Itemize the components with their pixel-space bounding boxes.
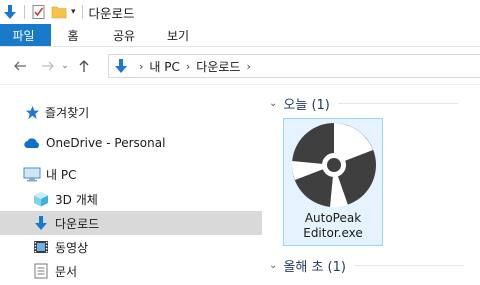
ribbon-tabs: 파일 홈 공유 보기 (0, 24, 480, 47)
sidebar-item-quick-access[interactable]: 즐겨찾기 (0, 100, 262, 124)
properties-icon[interactable] (31, 4, 47, 20)
file-list: ⌄ 오늘 (1) AutoPeak Editor.exe ⌄ 올해 초 (1) (263, 86, 480, 285)
breadcrumb-chevron-icon[interactable]: › (186, 60, 190, 73)
customize-quick-access-icon[interactable]: ▾ (71, 7, 76, 17)
sidebar-item-label: 문서 (55, 264, 78, 279)
recent-locations-button[interactable]: ⌄ (59, 55, 71, 77)
computer-icon (23, 165, 41, 183)
breadcrumb-chevron-icon[interactable]: › (139, 60, 143, 73)
file-name-line: AutoPeak (304, 211, 362, 225)
film-icon (32, 238, 50, 256)
sidebar-item-label: 내 PC (46, 167, 77, 182)
navigation-bar: ⌄ › 내 PC › 다운로드 › (0, 47, 480, 85)
forward-button[interactable] (37, 55, 59, 77)
download-arrow-icon (32, 214, 50, 232)
window-title: 다운로드 (88, 5, 135, 21)
group-header-today[interactable]: ⌄ 오늘 (1) (269, 94, 458, 113)
chevron-down-icon: ⌄ (269, 260, 278, 271)
address-bar[interactable]: › 내 PC › 다운로드 › (108, 54, 480, 78)
download-arrow-icon[interactable] (2, 4, 18, 20)
navigation-pane: 즐겨찾기 OneDrive - Personal 내 PC 3D 개체 다운로드… (0, 86, 262, 285)
tab-home[interactable]: 홈 (51, 24, 95, 46)
tab-view[interactable]: 보기 (153, 24, 203, 46)
tab-share[interactable]: 공유 (95, 24, 153, 46)
group-header-this-year[interactable]: ⌄ 올해 초 (1) (269, 256, 464, 275)
sidebar-item-label: OneDrive - Personal (46, 136, 166, 150)
up-button[interactable] (73, 55, 95, 77)
chevron-down-icon: ⌄ (269, 98, 278, 109)
sidebar-item-label: 즐겨찾기 (45, 105, 90, 120)
title-bar: ▾ 다운로드 (0, 0, 480, 24)
document-icon (32, 262, 50, 280)
group-divider (353, 265, 464, 266)
separator (24, 5, 25, 19)
sidebar-item-3d-objects[interactable]: 3D 개체 (0, 187, 262, 211)
forward-arrow-icon (42, 61, 54, 70)
group-label: 오늘 (1) (283, 98, 330, 113)
sidebar-item-label: 동영상 (55, 240, 89, 255)
separator (81, 5, 83, 19)
new-folder-icon[interactable] (51, 4, 67, 20)
sidebar-item-onedrive[interactable]: OneDrive - Personal (0, 131, 262, 155)
sidebar-item-documents[interactable]: 문서 (0, 259, 262, 283)
group-divider (337, 103, 458, 104)
file-item[interactable]: AutoPeak Editor.exe (283, 118, 383, 246)
group-label: 올해 초 (1) (283, 260, 346, 275)
sidebar-item-videos[interactable]: 동영상 (0, 235, 262, 259)
disc-icon (290, 121, 378, 212)
breadcrumb-chevron-icon[interactable]: › (246, 60, 250, 73)
chevron-down-icon: ⌄ (61, 60, 69, 71)
sidebar-item-this-pc[interactable]: 내 PC (0, 162, 262, 186)
tab-file[interactable]: 파일 (0, 24, 51, 46)
back-arrow-icon (14, 61, 26, 70)
up-arrow-icon (79, 59, 89, 72)
file-name: AutoPeak Editor.exe (284, 211, 382, 241)
sidebar-item-downloads[interactable]: 다운로드 (0, 211, 262, 235)
cloud-icon (23, 134, 41, 152)
breadcrumb-downloads[interactable]: 다운로드 (196, 58, 240, 75)
star-icon (24, 103, 40, 121)
breadcrumb-this-pc[interactable]: 내 PC (149, 58, 179, 75)
cube-icon (32, 190, 50, 208)
sidebar-item-label: 다운로드 (55, 216, 100, 231)
file-name-line: Editor.exe (303, 226, 363, 240)
download-folder-icon (113, 58, 129, 74)
back-button[interactable] (9, 55, 31, 77)
sidebar-item-label: 3D 개체 (55, 192, 98, 207)
